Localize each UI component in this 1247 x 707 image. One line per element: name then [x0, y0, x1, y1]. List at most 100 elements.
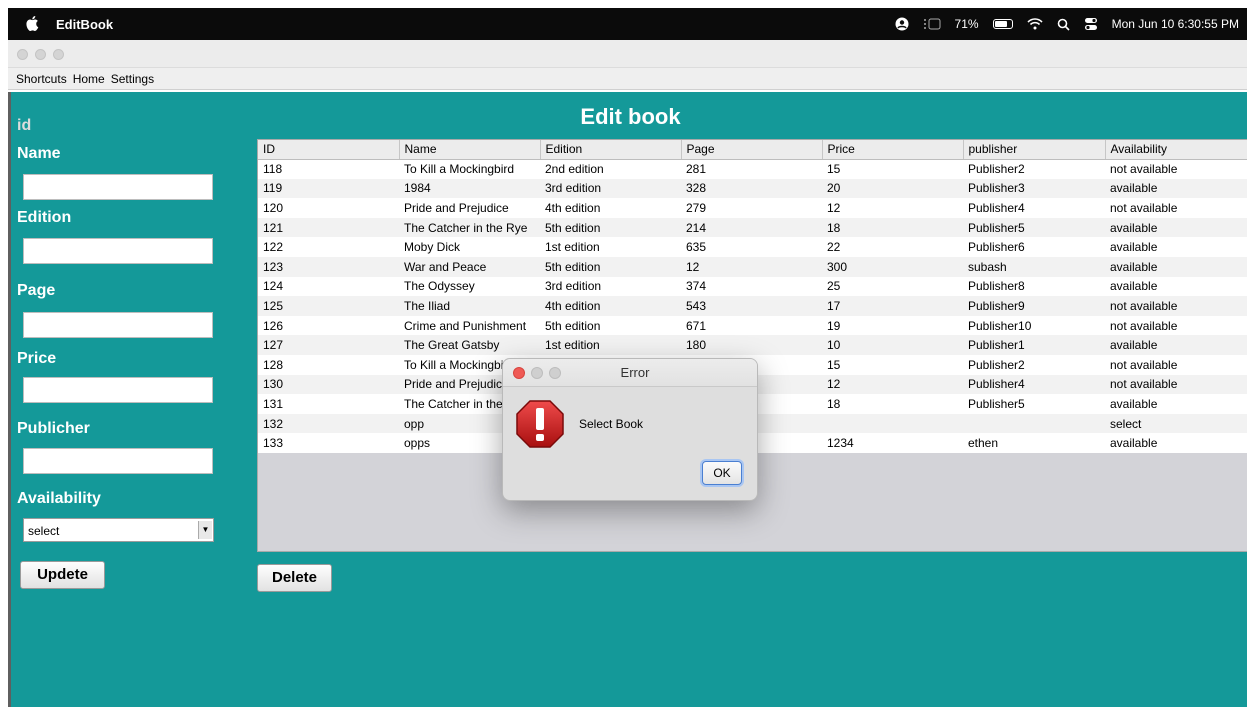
- publisher-input[interactable]: [23, 448, 213, 474]
- cell-name[interactable]: The Catcher in the Rye: [399, 217, 540, 238]
- cell-edition[interactable]: 5th edition: [540, 256, 681, 277]
- column-header-id[interactable]: ID: [258, 140, 400, 160]
- cell-edition[interactable]: 4th edition: [540, 296, 681, 316]
- table-row[interactable]: 120 Pride and Prejudice 4th edition 279 12 Pu…: [258, 198, 1247, 218]
- cell-page[interactable]: 12: [681, 256, 822, 277]
- cell-id[interactable]: 131: [258, 394, 399, 414]
- cell-publisher[interactable]: Publisher9: [963, 296, 1105, 316]
- cell-price[interactable]: 22: [822, 237, 963, 257]
- cell-price[interactable]: 18: [822, 394, 963, 414]
- window-titlebar[interactable]: [8, 40, 1247, 68]
- cell-id[interactable]: 121: [258, 217, 399, 238]
- apple-icon[interactable]: [26, 16, 40, 32]
- cell-publisher[interactable]: ethen: [963, 433, 1105, 453]
- clock[interactable]: Mon Jun 10 6:30:55 PM: [1112, 17, 1239, 31]
- cell-id[interactable]: 125: [258, 296, 399, 316]
- chevron-down-icon[interactable]: ▼: [198, 521, 212, 539]
- ok-button[interactable]: OK: [702, 461, 742, 485]
- cell-page[interactable]: 328: [681, 178, 822, 199]
- cell-price[interactable]: 15: [822, 354, 963, 375]
- cell-publisher[interactable]: Publisher2: [963, 354, 1105, 375]
- cell-edition[interactable]: 4th edition: [540, 198, 681, 218]
- cell-name[interactable]: The Great Gatsby: [399, 335, 540, 355]
- cell-edition[interactable]: 5th edition: [540, 315, 681, 336]
- cell-id[interactable]: 124: [258, 276, 399, 297]
- cell-price[interactable]: 20: [822, 178, 963, 199]
- cell-availability[interactable]: select: [1105, 413, 1247, 434]
- cell-name[interactable]: The Odyssey: [399, 276, 540, 297]
- search-icon[interactable]: [1057, 18, 1070, 31]
- cell-publisher[interactable]: Publisher4: [963, 374, 1105, 395]
- zoom-window-button[interactable]: [53, 49, 64, 60]
- cell-price[interactable]: 19: [822, 315, 963, 336]
- app-name[interactable]: EditBook: [56, 17, 113, 32]
- cell-edition[interactable]: 5th edition: [540, 217, 681, 238]
- cell-publisher[interactable]: Publisher10: [963, 315, 1105, 336]
- cell-price[interactable]: 25: [822, 276, 963, 297]
- column-header-price[interactable]: Price: [822, 140, 964, 160]
- table-row[interactable]: 121 The Catcher in the Rye 5th edition 214 1…: [258, 217, 1247, 238]
- wifi-icon[interactable]: [1027, 18, 1043, 30]
- table-row[interactable]: 126 Crime and Punishment 5th edition 671 19 P…: [258, 315, 1247, 336]
- focus-icon[interactable]: [923, 18, 941, 30]
- update-button[interactable]: Updete: [20, 561, 105, 589]
- cell-id[interactable]: 127: [258, 335, 399, 355]
- cell-name[interactable]: To Kill a Mockingbird: [399, 159, 540, 179]
- cell-availability[interactable]: available: [1105, 256, 1247, 277]
- cell-availability[interactable]: not available: [1105, 354, 1247, 375]
- cell-publisher[interactable]: Publisher3: [963, 178, 1105, 199]
- delete-button[interactable]: Delete: [257, 564, 332, 592]
- cell-id[interactable]: 133: [258, 433, 399, 453]
- cell-availability[interactable]: available: [1105, 237, 1247, 257]
- cell-name[interactable]: Moby Dick: [399, 237, 540, 257]
- table-row[interactable]: 118 To Kill a Mockingbird 2nd edition 281 15…: [258, 159, 1247, 179]
- cell-price[interactable]: 12: [822, 374, 963, 395]
- cell-availability[interactable]: available: [1105, 433, 1247, 453]
- table-row[interactable]: 123 War and Peace 5th edition 12 300 subash av…: [258, 256, 1247, 277]
- table-row[interactable]: 122 Moby Dick 1st edition 635 22 Publisher6 av…: [258, 237, 1247, 257]
- menu-settings[interactable]: Settings: [111, 72, 154, 86]
- minimize-window-button[interactable]: [35, 49, 46, 60]
- cell-page[interactable]: 214: [681, 217, 822, 238]
- control-center-icon[interactable]: [1084, 17, 1098, 31]
- cell-edition[interactable]: 1st edition: [540, 237, 681, 257]
- cell-id[interactable]: 130: [258, 374, 399, 395]
- cell-publisher[interactable]: subash: [963, 256, 1105, 277]
- cell-availability[interactable]: available: [1105, 335, 1247, 355]
- cell-price[interactable]: 15: [822, 159, 963, 179]
- cell-availability[interactable]: available: [1105, 217, 1247, 238]
- cell-id[interactable]: 128: [258, 354, 399, 375]
- table-row[interactable]: 127 The Great Gatsby 1st edition 180 10 Publi…: [258, 335, 1247, 355]
- dialog-titlebar[interactable]: Error: [503, 359, 757, 387]
- cell-page[interactable]: 374: [681, 276, 822, 297]
- cell-availability[interactable]: available: [1105, 394, 1247, 414]
- edition-input[interactable]: [23, 238, 213, 264]
- cell-availability[interactable]: not available: [1105, 159, 1247, 179]
- cell-id[interactable]: 126: [258, 315, 399, 336]
- cell-name[interactable]: War and Peace: [399, 256, 540, 277]
- menu-home[interactable]: Home: [73, 72, 105, 86]
- cell-page[interactable]: 671: [681, 315, 822, 336]
- cell-id[interactable]: 122: [258, 237, 399, 257]
- menu-shortcuts[interactable]: Shortcuts: [16, 72, 67, 86]
- cell-id[interactable]: 118: [258, 159, 399, 179]
- battery-icon[interactable]: [992, 19, 1013, 29]
- table-row[interactable]: 119 1984 3rd edition 328 20 Publisher3 availab…: [258, 178, 1247, 199]
- cell-name[interactable]: 1984: [399, 178, 540, 199]
- page-input[interactable]: [23, 312, 213, 338]
- user-icon[interactable]: [895, 17, 909, 31]
- table-row[interactable]: 125 The Iliad 4th edition 543 17 Publisher9 no…: [258, 296, 1247, 316]
- table-row[interactable]: 124 The Odyssey 3rd edition 374 25 Publisher8…: [258, 276, 1247, 297]
- cell-availability[interactable]: not available: [1105, 296, 1247, 316]
- cell-page[interactable]: 279: [681, 198, 822, 218]
- cell-availability[interactable]: not available: [1105, 315, 1247, 336]
- cell-publisher[interactable]: Publisher4: [963, 198, 1105, 218]
- cell-edition[interactable]: 3rd edition: [540, 276, 681, 297]
- cell-price[interactable]: 17: [822, 296, 963, 316]
- column-header-publisher[interactable]: publisher: [963, 140, 1106, 160]
- column-header-page[interactable]: Page: [681, 140, 823, 160]
- price-input[interactable]: [23, 377, 213, 403]
- cell-page[interactable]: 180: [681, 335, 822, 355]
- cell-id[interactable]: 132: [258, 413, 399, 434]
- cell-edition[interactable]: 1st edition: [540, 335, 681, 355]
